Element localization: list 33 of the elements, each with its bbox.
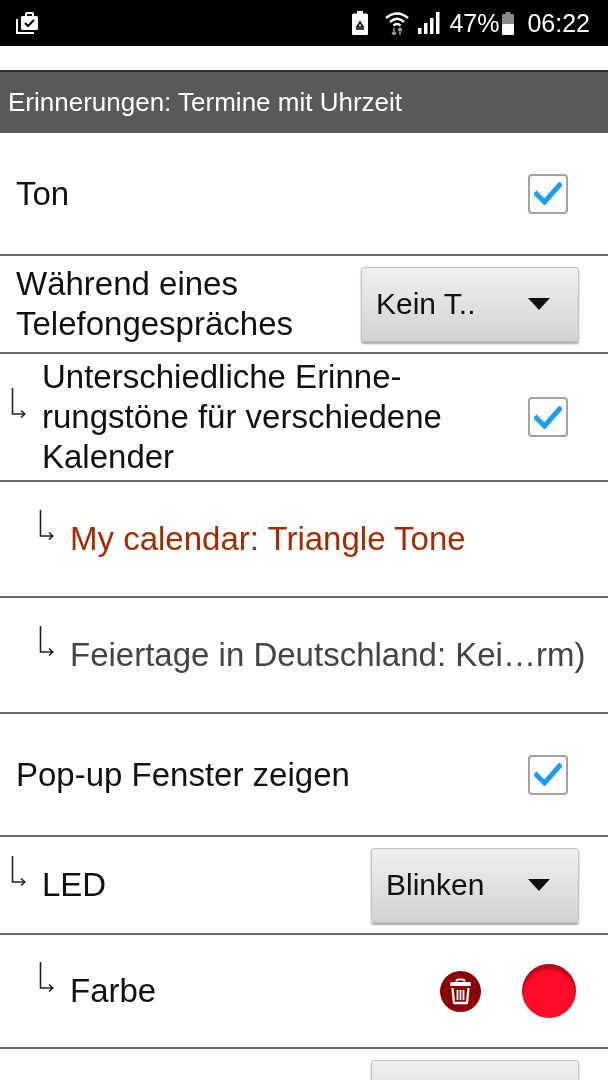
indent-arrow-icon (39, 962, 54, 992)
setting-label: Unterschiedliche Erinne-rungstöne für verschiedene Kalender (42, 357, 443, 477)
checkmark-icon (534, 763, 562, 786)
battery-percentage: 47% (449, 8, 500, 38)
setting-label: LED (42, 865, 108, 905)
color-swatch-icon[interactable] (522, 964, 576, 1018)
checkbox[interactable] (528, 754, 568, 795)
calendar-tone-label: Feiertage in Deutschland: Kei…rm) (70, 635, 587, 675)
signal-icon (418, 12, 441, 34)
dropdown[interactable]: Kein T.. (361, 266, 579, 342)
battery-saver-icon (352, 11, 369, 35)
checkmark-icon (534, 405, 562, 429)
caret-icon (528, 879, 550, 891)
setting-label: Pop-up Fenster zeigen (16, 754, 351, 795)
clipboard-check-icon (16, 12, 39, 34)
wifi-icon (385, 11, 410, 35)
checkbox[interactable] (528, 397, 568, 437)
caret-icon (528, 298, 550, 310)
section-header: Erinnerungen: Termine mit Uhrzeit (0, 72, 608, 133)
indent-arrow-icon (39, 510, 54, 540)
dropdown[interactable]: Blinken (371, 847, 579, 923)
setting-label: Ton (16, 173, 71, 214)
indent-arrow-icon (11, 388, 26, 418)
battery-icon (502, 11, 515, 35)
setting-label: Während eines Telefongespräches (16, 264, 295, 344)
indent-arrow-icon (11, 856, 26, 886)
trash-icon[interactable] (440, 970, 481, 1012)
clock: 06:22 (527, 8, 590, 38)
checkmark-icon (534, 182, 562, 205)
calendar-tone-label: My calendar: Triangle Tone (70, 519, 467, 559)
setting-label: Farbe (70, 971, 157, 1011)
checkbox[interactable] (528, 173, 568, 214)
indent-arrow-icon (39, 626, 54, 656)
